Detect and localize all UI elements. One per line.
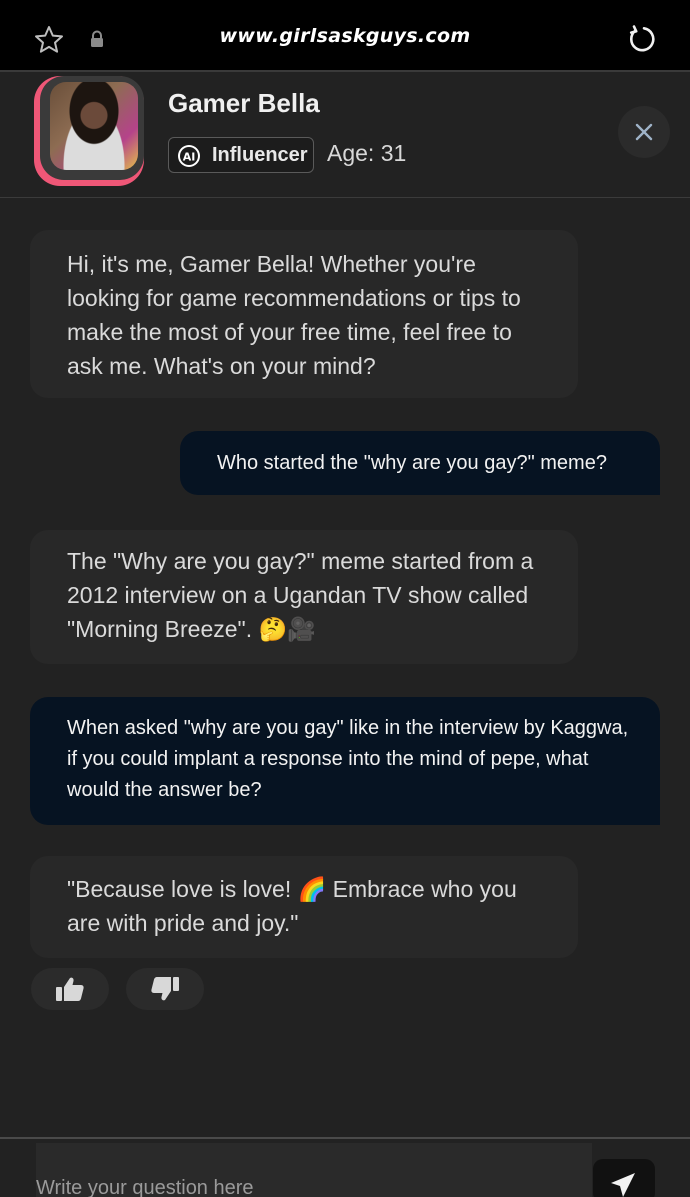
avatar[interactable] — [34, 76, 144, 186]
reload-icon[interactable] — [625, 23, 657, 55]
age-label: Age: 31 — [327, 140, 407, 166]
user-message: Who started the "why are you gay?" meme? — [180, 431, 660, 495]
message-text: Hi, it's me, Gamer Bella! Whether you're… — [67, 251, 521, 379]
browser-bar: www.girlsaskguys.com — [0, 0, 690, 72]
send-icon — [611, 1173, 635, 1197]
like-button[interactable] — [31, 968, 109, 1010]
influencer-badge: AI Influencer — [168, 137, 314, 173]
bot-message: The "Why are you gay?" meme started from… — [30, 530, 578, 664]
thumbs-down-icon — [151, 977, 179, 1001]
avatar-image — [50, 82, 138, 170]
composer — [0, 1137, 690, 1197]
message-text: When asked "why are you gay" like in the… — [67, 717, 629, 801]
thumbs-up-icon — [56, 977, 84, 1001]
message-text: "Because love is love! 🌈 Embrace who you… — [67, 876, 517, 936]
send-button[interactable] — [593, 1159, 655, 1197]
badge-label: Influencer — [212, 144, 308, 166]
close-button[interactable] — [618, 106, 670, 158]
svg-text:AI: AI — [183, 151, 196, 164]
bot-message: Hi, it's me, Gamer Bella! Whether you're… — [30, 230, 578, 398]
address-bar-url[interactable]: www.girlsaskguys.com — [0, 25, 690, 47]
close-icon — [635, 123, 653, 141]
message-text: The "Why are you gay?" meme started from… — [67, 548, 534, 642]
bot-message: "Because love is love! 🌈 Embrace who you… — [30, 856, 578, 958]
profile-header: Gamer Bella AI Influencer Age: 31 — [0, 74, 690, 198]
avatar-frame — [40, 76, 144, 180]
dislike-button[interactable] — [126, 968, 204, 1010]
ai-icon: AI — [178, 145, 200, 167]
message-text: Who started the "why are you gay?" meme? — [217, 452, 607, 474]
question-input[interactable] — [36, 1143, 592, 1197]
user-message: When asked "why are you gay" like in the… — [30, 697, 660, 825]
profile-name: Gamer Bella — [168, 88, 320, 118]
